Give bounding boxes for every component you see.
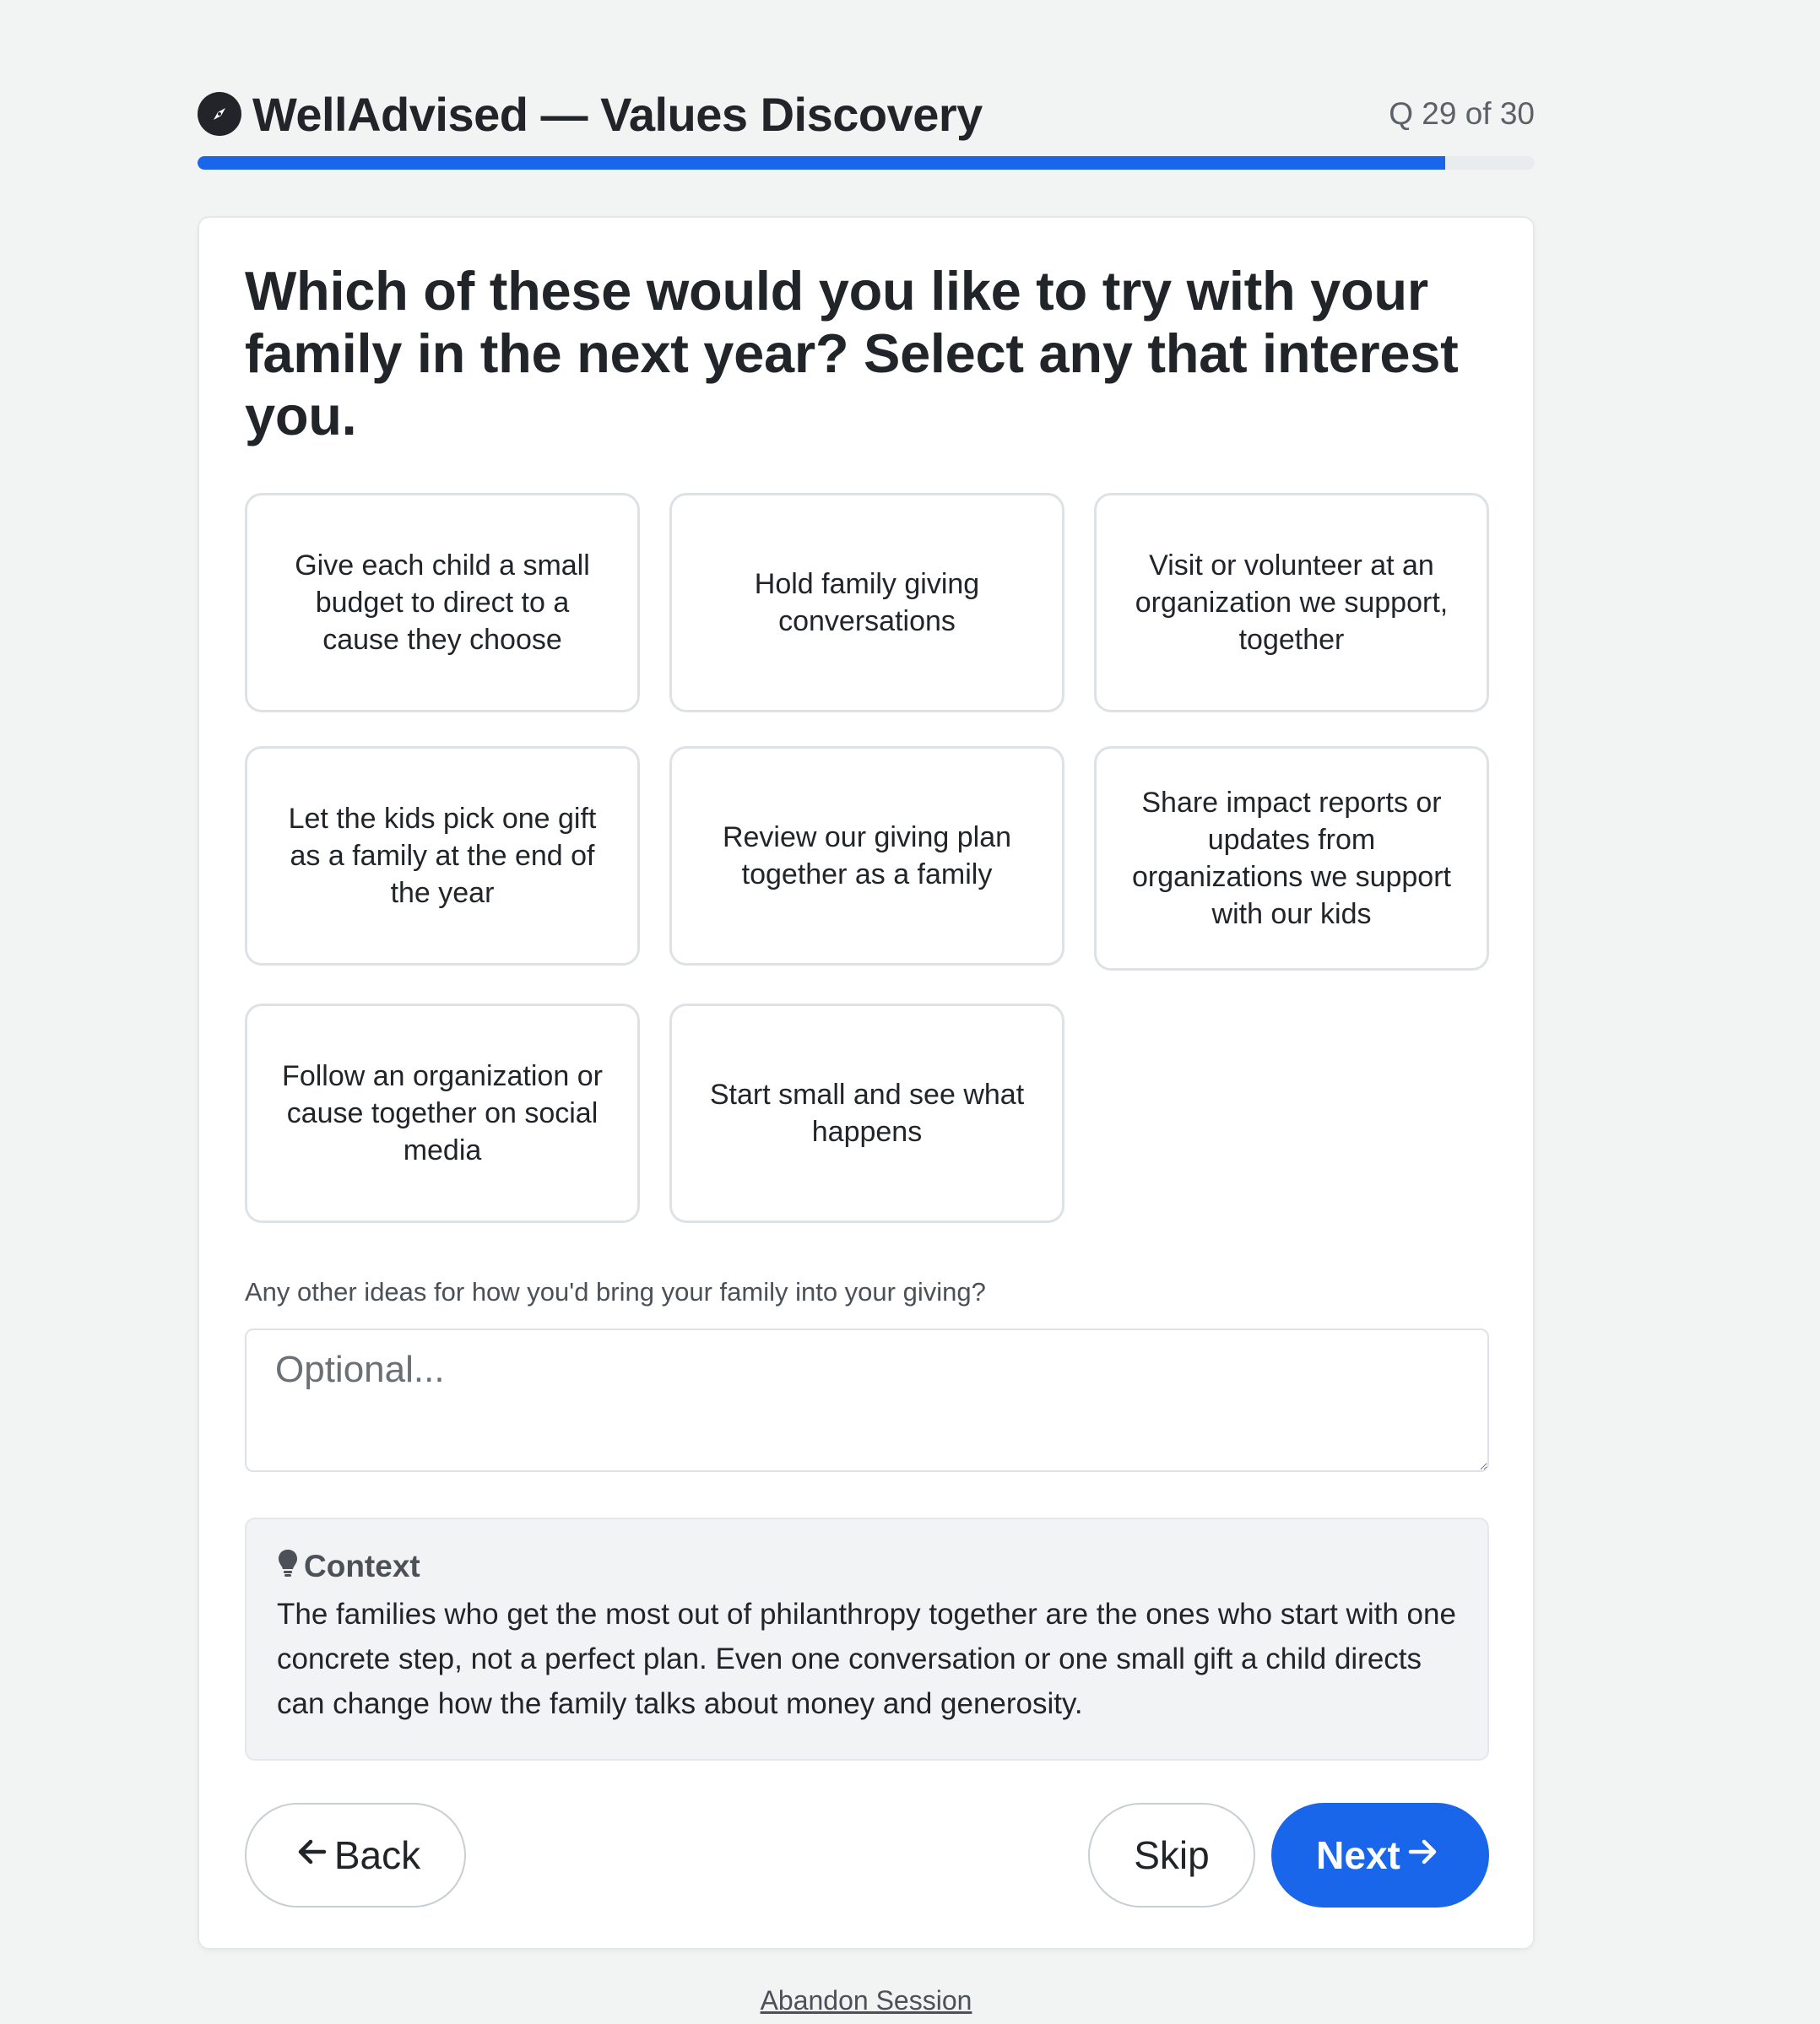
question-counter: Q 29 of 30 xyxy=(1389,96,1535,131)
context-title: Context xyxy=(304,1549,420,1583)
question-text: Which of these would you like to try wit… xyxy=(245,260,1459,446)
option-label: Share impact reports or updates from org… xyxy=(1131,787,1451,930)
header: WellAdvised — Values Discovery Q 29 of 3… xyxy=(198,84,1535,143)
option-label: Review our giving plan together as a fam… xyxy=(722,821,1012,890)
option-card[interactable]: Let the kids pick one gift as a family a… xyxy=(245,746,640,966)
free-text-input[interactable] xyxy=(245,1329,1489,1472)
option-card[interactable]: Hold family giving conversations xyxy=(669,493,1064,712)
skip-label: Skip xyxy=(1134,1833,1210,1877)
context-box: Context The families who get the most ou… xyxy=(245,1518,1489,1761)
arrow-left-icon xyxy=(290,1832,334,1878)
option-card[interactable]: Give each child a small budget to direct… xyxy=(245,493,640,712)
option-label: Visit or volunteer at an organization we… xyxy=(1135,549,1449,656)
option-label: Hold family giving conversations xyxy=(754,568,980,637)
app-title: WellAdvised — Values Discovery xyxy=(252,87,983,141)
option-card[interactable]: Visit or volunteer at an organization we… xyxy=(1094,493,1489,712)
option-label: Give each child a small budget to direct… xyxy=(295,549,590,656)
option-card[interactable]: Share impact reports or updates from org… xyxy=(1094,746,1489,971)
option-label: Start small and see what happens xyxy=(709,1079,1025,1148)
option-card[interactable]: Follow an organization or cause together… xyxy=(245,1004,640,1223)
question-card: Which of these would you like to try wit… xyxy=(198,216,1535,1950)
option-card[interactable]: Start small and see what happens xyxy=(669,1004,1064,1223)
back-button[interactable]: Back xyxy=(245,1803,466,1908)
progress-bar xyxy=(198,156,1535,170)
context-header: Context xyxy=(277,1548,1457,1585)
skip-button[interactable]: Skip xyxy=(1088,1803,1255,1908)
lightbulb-icon xyxy=(277,1548,304,1586)
abandon-session-link[interactable]: Abandon Session xyxy=(761,1985,972,2016)
abandon-footer: Abandon Session xyxy=(198,1985,1535,2016)
next-label: Next xyxy=(1316,1833,1400,1877)
arrow-right-icon xyxy=(1400,1832,1444,1878)
next-button[interactable]: Next xyxy=(1271,1803,1489,1908)
context-body: The families who get the most out of phi… xyxy=(277,1598,1456,1720)
compass-icon xyxy=(198,92,241,136)
progress-bar-fill xyxy=(198,156,1446,170)
option-card[interactable]: Review our giving plan together as a fam… xyxy=(669,746,1064,966)
brand: WellAdvised — Values Discovery xyxy=(198,84,983,143)
option-label: Let the kids pick one gift as a family a… xyxy=(288,803,597,909)
free-text-label: Any other ideas for how you'd bring your… xyxy=(245,1277,986,1307)
option-label: Follow an organization or cause together… xyxy=(282,1060,603,1166)
back-label: Back xyxy=(333,1833,421,1877)
